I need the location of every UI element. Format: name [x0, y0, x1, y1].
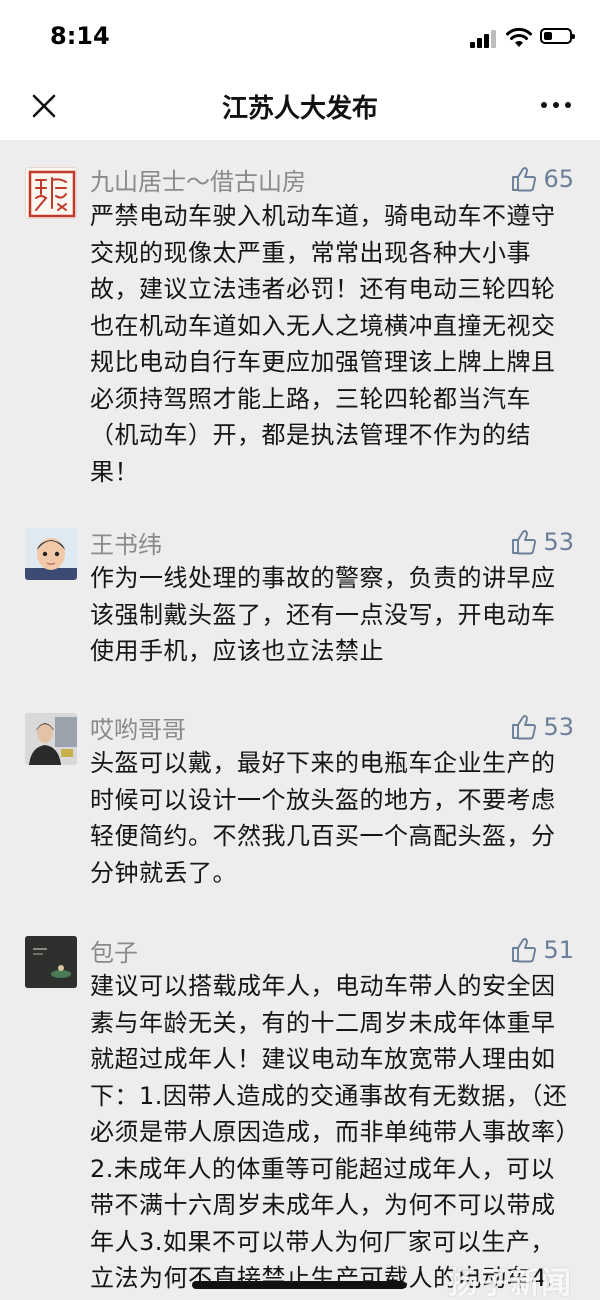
like-button[interactable]: 65: [511, 162, 574, 196]
like-count: 53: [543, 713, 574, 741]
wifi-icon: [506, 27, 532, 47]
thumbs-up-icon: [512, 167, 537, 192]
comment-item: 王书纬 53 作为一线处理的事故的警察，负责的讲早应该强制戴头盔了，还有一点没写…: [0, 510, 600, 695]
comment-author[interactable]: 王书纬: [90, 525, 162, 560]
like-count: 65: [543, 165, 574, 193]
avatar[interactable]: [25, 713, 77, 765]
seal-avatar-icon: [28, 170, 76, 218]
like-button[interactable]: 53: [511, 710, 574, 744]
comment-text: 严禁电动车驶入机动车道，骑电动车不遵守交规的现像太严重，常常出现各种大小事故，建…: [90, 202, 556, 486]
comment-text: 建议可以搭载成年人，电动车带人的安全因素与年龄无关，有的十二周岁未成年体重早就超…: [90, 972, 568, 1292]
avatar[interactable]: [25, 167, 77, 219]
like-count: 53: [543, 528, 574, 556]
comment-author[interactable]: 九山居士～借古山房: [90, 162, 306, 197]
dark-scene-icon: [25, 936, 77, 988]
avatar[interactable]: [25, 936, 77, 988]
more-dots-icon[interactable]: [536, 88, 576, 120]
thumbs-up-icon: [512, 715, 537, 740]
comment-text: 作为一线处理的事故的警察，负责的讲早应该强制戴头盔了，还有一点没写，开电动车使用…: [90, 564, 556, 665]
person-photo-icon: [25, 713, 77, 765]
like-button[interactable]: 51: [511, 933, 574, 967]
avatar[interactable]: [25, 528, 77, 580]
home-indicator[interactable]: [192, 1281, 406, 1289]
thumbs-up-icon: [512, 938, 537, 963]
battery-level-fill: [544, 32, 552, 40]
thumbs-up-icon: [512, 530, 537, 555]
cellular-signal-icon: [470, 28, 498, 48]
comment-item: 包子 51 建议可以搭载成年人，电动车带人的安全因素与年龄无关，有的十二周岁未成…: [0, 920, 600, 1300]
screen: 8:14 江苏人大发布 九山居士～借古山房 65 严禁电动车驶入机动车道，骑电动…: [0, 0, 600, 1300]
like-count: 51: [543, 936, 574, 964]
nav-bar: 江苏人大发布: [0, 70, 600, 140]
watermark: 扬子新闻: [448, 1266, 572, 1300]
status-bar: 8:14: [0, 0, 600, 70]
like-button[interactable]: 53: [511, 525, 574, 559]
comment-text: 头盔可以戴，最好下来的电瓶车企业生产的时候可以设计一个放头盔的地方，不要考虑轻便…: [90, 749, 556, 887]
comment-author[interactable]: 哎哟哥哥: [90, 710, 186, 745]
status-time: 8:14: [50, 22, 110, 50]
child-photo-icon: [25, 528, 77, 580]
comment-item: 九山居士～借古山房 65 严禁电动车驶入机动车道，骑电动车不遵守交规的现像太严重…: [0, 140, 600, 510]
battery-icon: [540, 28, 575, 44]
comment-author[interactable]: 包子: [90, 933, 138, 968]
comment-item: 哎哟哥哥 53 头盔可以戴，最好下来的电瓶车企业生产的时候可以设计一个放头盔的地…: [0, 695, 600, 920]
page-title: 江苏人大发布: [221, 94, 378, 124]
